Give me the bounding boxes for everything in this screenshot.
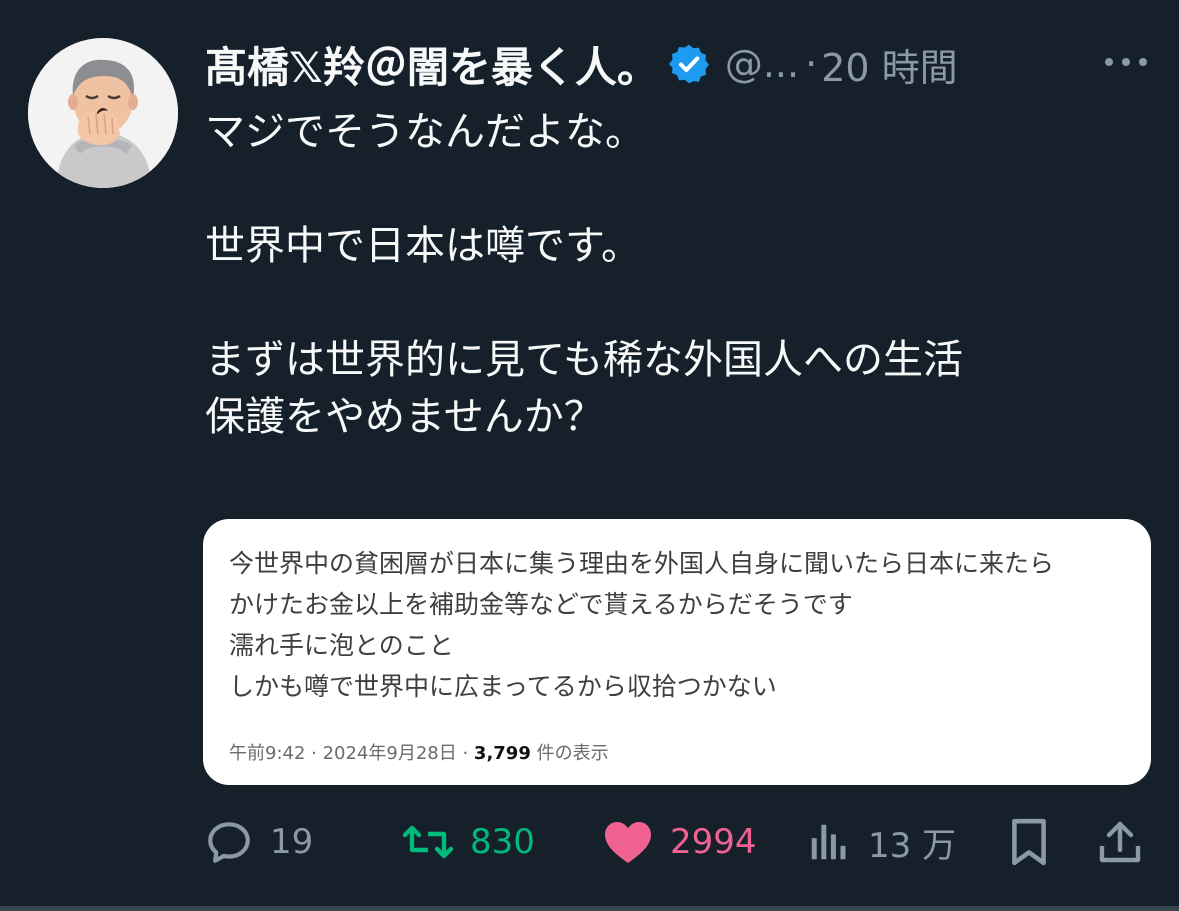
- quote-meta-views: 3,799: [473, 743, 531, 764]
- quote-meta-date: 午前9:42 · 2024年9月28日 ·: [229, 743, 474, 764]
- quote-text-line: 濡れ手に泡とのこと: [229, 631, 454, 660]
- action-bar: 19 830 2994 13 万: [0, 810, 1179, 874]
- share-button[interactable]: [1096, 810, 1144, 874]
- tweet-header: 髙橋𝕏羚＠闇を暴く人。 @... · 20 時間: [205, 36, 1155, 92]
- share-icon: [1099, 821, 1141, 863]
- tweet-text: マジでそうなんだよな。 世界中で日本は噂です。 まずは世界的に見ても稀な外国人へ…: [205, 104, 1145, 446]
- retweet-count: 830: [470, 822, 535, 862]
- retweet-icon: [402, 825, 454, 859]
- quote-text-line: 今世界中の貧困層が日本に集う理由を外国人自身に聞いたら日本に来たら: [229, 549, 1055, 578]
- views-count: 13 万: [868, 825, 957, 866]
- bookmark-button[interactable]: [1006, 810, 1052, 874]
- verified-badge-icon: [668, 44, 709, 84]
- tweet-text-spacer: [205, 161, 1145, 218]
- divider: [0, 906, 1179, 911]
- tweet-timestamp[interactable]: 20 時間: [821, 37, 957, 92]
- user-handle[interactable]: @...: [725, 42, 799, 86]
- like-count: 2994: [670, 822, 757, 862]
- quote-meta: 午前9:42 · 2024年9月28日 · 3,799 件の表示: [229, 739, 609, 765]
- reply-button[interactable]: 19: [204, 810, 313, 874]
- heart-icon: [605, 822, 651, 863]
- like-button[interactable]: 2994: [602, 810, 757, 874]
- tweet-text-line: 保護をやめませんか？: [205, 394, 604, 440]
- avatar-memoji-icon: [28, 38, 178, 188]
- quote-text-line: しかも噂で世界中に広まってるから収拾つかない: [229, 672, 777, 701]
- tweet-text-spacer: [205, 275, 1145, 332]
- tweet-text-line: マジでそうなんだよな。: [205, 109, 645, 155]
- reply-count: 19: [270, 822, 314, 862]
- avatar[interactable]: [28, 38, 178, 188]
- quoted-tweet-card[interactable]: 今世界中の貧困層が日本に集う理由を外国人自身に聞いたら日本に来たら かけたお金以…: [203, 519, 1151, 785]
- tweet: 髙橋𝕏羚＠闇を暴く人。 @... · 20 時間 マジでそうなんだよな。 世界中…: [0, 0, 1179, 911]
- more-horizontal-icon[interactable]: [1101, 50, 1151, 74]
- views-button[interactable]: 13 万: [806, 810, 956, 874]
- display-name[interactable]: 髙橋𝕏羚＠闇を暴く人。: [205, 34, 659, 95]
- analytics-icon: [811, 824, 846, 860]
- tweet-text-line: まずは世界的に見ても稀な外国人への生活: [205, 337, 963, 383]
- reply-icon: [208, 822, 250, 863]
- header-separator: ·: [805, 42, 818, 86]
- quote-meta-views-label: 件の表示: [530, 743, 609, 764]
- tweet-text-line: 世界中で日本は噂です。: [205, 223, 641, 269]
- bookmark-icon: [1012, 818, 1046, 866]
- quote-text-line: かけたお金以上を補助金等などで貰えるからだそうです: [229, 590, 853, 619]
- retweet-button[interactable]: 830: [402, 810, 535, 874]
